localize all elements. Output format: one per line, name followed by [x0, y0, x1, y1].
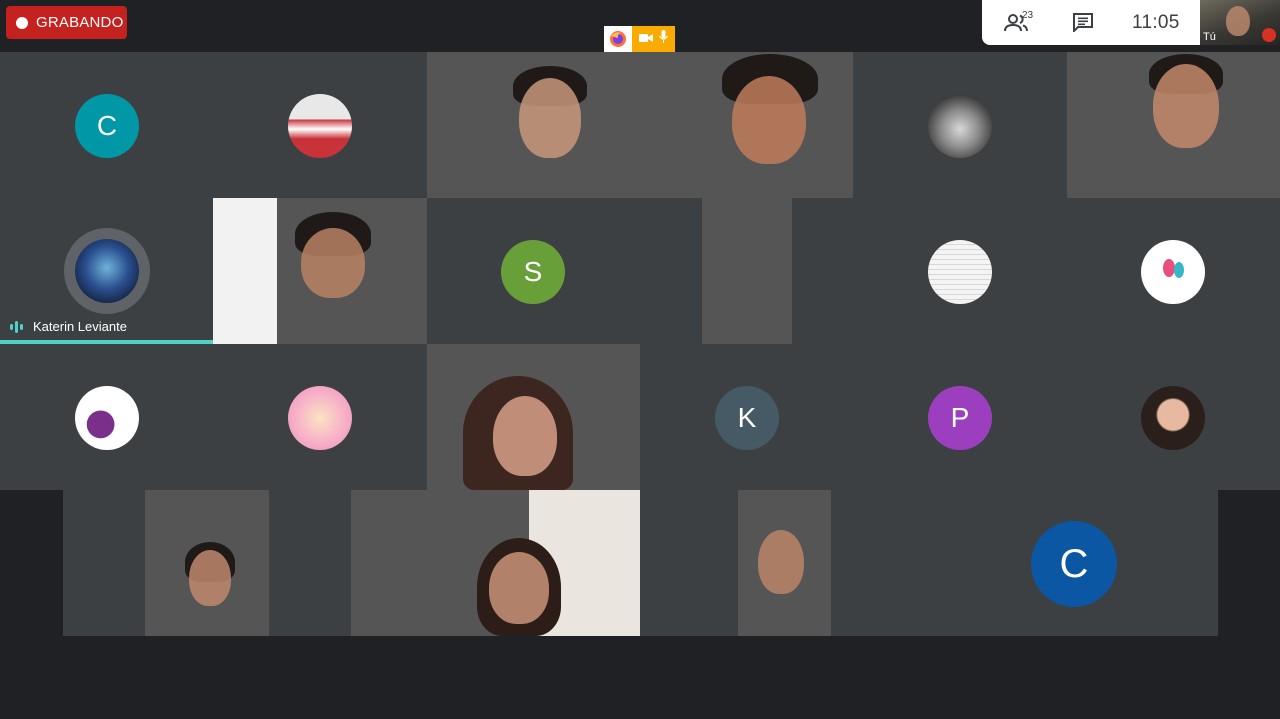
meeting-clock: 11:05 [1132, 11, 1180, 33]
recording-label: GRABANDO [36, 14, 124, 31]
camera-icon [638, 30, 653, 48]
participant-name: Katerin Leviante [33, 319, 127, 334]
participant-tile[interactable] [640, 198, 853, 344]
participant-video-tile[interactable] [427, 52, 640, 198]
participant-tile[interactable]: K [640, 344, 853, 490]
avatar: C [1031, 521, 1117, 607]
participant-face [1153, 64, 1219, 148]
participant-video [145, 490, 269, 636]
participant-tile-speaking[interactable]: Katerin Leviante [0, 198, 213, 344]
avatar-photo [288, 94, 352, 158]
participant-face [301, 228, 365, 298]
participant-tile[interactable] [63, 490, 351, 636]
sharing-indicator[interactable] [604, 26, 675, 52]
participant-count: 23 [1022, 10, 1034, 21]
chat-button[interactable] [1052, 0, 1114, 45]
participant-face [493, 396, 557, 476]
participant-video-tile[interactable] [427, 344, 640, 490]
avatar: P [928, 386, 992, 450]
mic-off-icon [1262, 28, 1276, 42]
avatar: C [75, 94, 139, 158]
self-face [1226, 6, 1250, 36]
avatar-photo [928, 94, 992, 158]
self-view-tile[interactable]: Tú [1200, 0, 1280, 45]
avatar-logo [1141, 240, 1205, 304]
participant-video [702, 198, 792, 344]
participant-tile[interactable] [1067, 198, 1280, 344]
avatar-logo [288, 386, 352, 450]
participant-tile[interactable] [213, 52, 427, 198]
mic-icon [659, 30, 669, 48]
participant-tile[interactable] [213, 344, 427, 490]
participants-button[interactable]: 23 [982, 0, 1052, 45]
participant-face [732, 76, 806, 164]
avatar-logo [75, 386, 139, 450]
participant-face [519, 78, 581, 158]
participant-video-tile[interactable] [213, 198, 427, 344]
avatar: S [501, 240, 565, 304]
avatar-photo [928, 240, 992, 304]
avatar-photo [1141, 386, 1205, 450]
avatar-speaking-ring [64, 228, 150, 314]
meeting-stage: GRABANDO 23 11:05 Tú C Katerin Leviante … [0, 0, 1280, 719]
participant-tile[interactable]: C [929, 490, 1218, 636]
participant-video [738, 490, 831, 636]
participant-tile[interactable]: P [853, 344, 1067, 490]
participant-name-tag: Katerin Leviante [10, 319, 127, 334]
participant-tile[interactable] [853, 198, 1067, 344]
participant-tile[interactable] [640, 490, 929, 636]
participant-video-tile[interactable] [1067, 52, 1280, 198]
participant-video-tile[interactable] [640, 52, 853, 198]
participant-video-tile[interactable] [351, 490, 640, 636]
participant-face [189, 550, 231, 606]
chat-icon [1073, 13, 1093, 32]
participant-tile[interactable]: S [427, 198, 640, 344]
avatar: K [715, 386, 779, 450]
audio-bars-icon [10, 320, 23, 333]
participant-tile[interactable] [853, 52, 1067, 198]
participant-tile[interactable] [0, 344, 213, 490]
participant-tile[interactable]: C [0, 52, 213, 198]
record-dot-icon [16, 16, 28, 29]
participant-face [758, 530, 804, 594]
meeting-info-bar: 23 11:05 [982, 0, 1200, 45]
recording-badge: GRABANDO [6, 6, 127, 39]
participant-face [489, 552, 549, 624]
self-label: Tú [1203, 31, 1216, 43]
firefox-icon [604, 26, 632, 52]
participant-tile[interactable] [1067, 344, 1280, 490]
